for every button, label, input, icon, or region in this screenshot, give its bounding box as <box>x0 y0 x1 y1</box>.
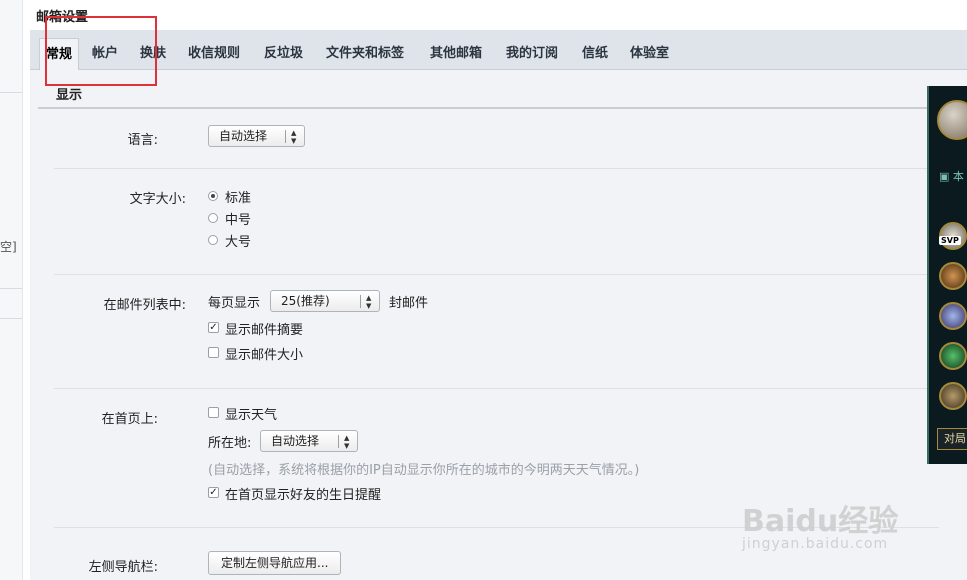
game-ad-panel[interactable]: ▣ 本 SVP 对局 <box>927 86 967 464</box>
customize-left-nav-button[interactable]: 定制左侧导航应用... <box>208 551 342 575</box>
per-page-select[interactable]: 25(推荐) ▲ ▼ <box>270 290 380 312</box>
left-sidebar-strip: 空] <box>0 0 23 580</box>
divider <box>0 318 22 319</box>
tab-folders-labels[interactable]: 文件夹和标签 <box>326 40 404 69</box>
select-separator <box>360 295 361 308</box>
tab-general[interactable]: 常规 <box>39 38 80 70</box>
location-select[interactable]: 自动选择 ▲ ▼ <box>260 430 358 452</box>
settings-content <box>30 70 967 580</box>
birthday-reminder-label: 在首页显示好友的生日提醒 <box>225 488 382 503</box>
divider <box>0 92 22 93</box>
divider <box>0 288 22 289</box>
champion-portrait <box>939 342 967 370</box>
per-page-suffix: 封邮件 <box>389 296 429 311</box>
show-weather-checkbox[interactable] <box>208 407 219 418</box>
settings-tab-bar: 常规 帐户 换肤 收信规则 反垃圾 文件夹和标签 其他邮箱 我的订阅 信纸 体验… <box>30 30 967 70</box>
row-divider <box>54 168 939 169</box>
player-avatar <box>937 100 967 140</box>
select-arrows-icon: ▲ ▼ <box>344 434 350 450</box>
show-summary-label: 显示邮件摘要 <box>225 323 304 338</box>
language-label: 语言: <box>127 133 158 148</box>
svp-badge: SVP <box>939 236 961 245</box>
tab-subscriptions[interactable]: 我的订阅 <box>506 40 558 69</box>
location-select-value: 自动选择 <box>271 434 320 448</box>
select-arrows-icon: ▲ ▼ <box>291 129 297 145</box>
birthday-reminder-checkbox[interactable]: ✓ <box>208 487 219 498</box>
champion-portrait <box>939 382 967 410</box>
font-size-medium-radio[interactable] <box>208 213 218 223</box>
language-select[interactable]: 自动选择 ▲ ▼ <box>208 125 305 147</box>
tab-mail-rules[interactable]: 收信规则 <box>188 40 240 69</box>
champion-portrait <box>939 302 967 330</box>
match-button[interactable]: 对局 <box>937 428 967 450</box>
tab-stationery[interactable]: 信纸 <box>582 40 608 69</box>
homepage-label: 在首页上: <box>101 412 158 427</box>
per-page-select-value: 25(推荐) <box>281 294 330 308</box>
left-nav-label: 左侧导航栏: <box>88 560 158 575</box>
font-size-medium-label: 中号 <box>225 213 252 228</box>
page-title: 邮箱设置 <box>36 10 89 25</box>
show-size-label: 显示邮件大小 <box>225 348 304 363</box>
champion-portrait <box>939 262 967 290</box>
select-arrows-icon: ▲ ▼ <box>366 294 372 310</box>
row-divider <box>54 527 939 528</box>
tab-lab[interactable]: 体验室 <box>630 40 669 69</box>
font-size-label: 文字大小: <box>129 192 186 207</box>
select-separator <box>338 435 339 448</box>
location-label: 所在地: <box>208 436 252 451</box>
font-size-large-label: 大号 <box>225 235 252 250</box>
sidebar-fragment-text: 空] <box>0 240 17 254</box>
show-summary-checkbox[interactable]: ✓ <box>208 322 219 333</box>
tab-account[interactable]: 帐户 <box>92 40 118 69</box>
row-divider <box>54 274 939 275</box>
mail-list-label: 在邮件列表中: <box>103 298 186 313</box>
section-title-display: 显示 <box>56 88 83 103</box>
tab-anti-spam[interactable]: 反垃圾 <box>264 40 303 69</box>
font-size-standard-label: 标准 <box>225 191 252 206</box>
panel-caption: ▣ 本 <box>939 170 964 183</box>
font-size-standard-radio[interactable] <box>208 191 218 201</box>
per-page-prefix: 每页显示 <box>208 296 261 311</box>
tab-skin[interactable]: 换肤 <box>140 40 166 69</box>
language-select-value: 自动选择 <box>219 129 268 143</box>
show-size-checkbox[interactable] <box>208 347 219 358</box>
image-icon: ▣ <box>939 170 950 183</box>
row-divider <box>54 388 939 389</box>
weather-note: (自动选择，系统将根据你的IP自动显示你所在的城市的今明两天天气情况。) <box>208 463 640 478</box>
select-separator <box>285 130 286 143</box>
show-weather-label: 显示天气 <box>225 408 278 423</box>
section-divider <box>38 107 938 109</box>
font-size-large-radio[interactable] <box>208 235 218 245</box>
tab-other-mailboxes[interactable]: 其他邮箱 <box>430 40 482 69</box>
